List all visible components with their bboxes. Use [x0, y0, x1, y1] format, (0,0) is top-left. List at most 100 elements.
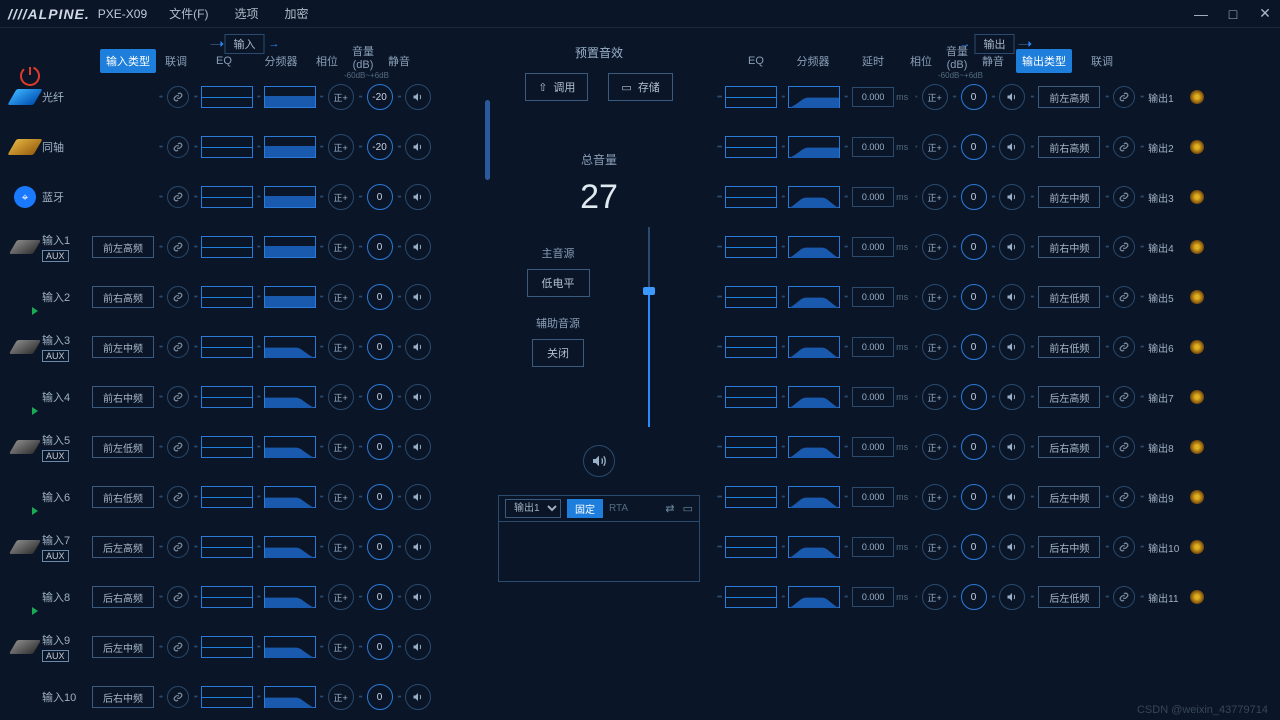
- volume-button[interactable]: 0: [367, 334, 393, 360]
- main-source-button[interactable]: 低电平: [527, 269, 590, 297]
- delay-value[interactable]: 0.000: [852, 437, 894, 457]
- xover-button[interactable]: [264, 386, 316, 408]
- mute-button[interactable]: [405, 434, 431, 460]
- delay-value[interactable]: 0.000: [852, 587, 894, 607]
- xover-button[interactable]: [788, 386, 840, 408]
- eq-button[interactable]: [725, 136, 777, 158]
- mute-button[interactable]: [405, 334, 431, 360]
- power-button[interactable]: [18, 64, 42, 88]
- rta-fixed-button[interactable]: 固定: [567, 499, 603, 518]
- phase-button[interactable]: 正+: [328, 384, 354, 410]
- xover-button[interactable]: [788, 486, 840, 508]
- phase-button[interactable]: 正+: [922, 434, 948, 460]
- eq-button[interactable]: [201, 636, 253, 658]
- output-type-box[interactable]: 前左高频: [1038, 86, 1100, 108]
- eq-button[interactable]: [725, 486, 777, 508]
- xover-button[interactable]: [788, 186, 840, 208]
- maximize-button[interactable]: □: [1226, 7, 1240, 21]
- phase-button[interactable]: 正+: [922, 234, 948, 260]
- volume-button[interactable]: 0: [367, 184, 393, 210]
- input-type-box[interactable]: 前右低频: [92, 486, 154, 508]
- xover-button[interactable]: [788, 436, 840, 458]
- eq-button[interactable]: [201, 486, 253, 508]
- xover-button[interactable]: [264, 436, 316, 458]
- volume-button[interactable]: 0: [961, 584, 987, 610]
- minimize-button[interactable]: —: [1194, 7, 1208, 21]
- xover-button[interactable]: [788, 536, 840, 558]
- eq-button[interactable]: [201, 236, 253, 258]
- link-button[interactable]: [167, 536, 189, 558]
- xover-button[interactable]: [788, 286, 840, 308]
- link-button[interactable]: [1113, 536, 1135, 558]
- link-button[interactable]: [1113, 486, 1135, 508]
- mute-button[interactable]: [999, 284, 1025, 310]
- link-button[interactable]: [167, 636, 189, 658]
- mute-button[interactable]: [405, 184, 431, 210]
- link-button[interactable]: [167, 336, 189, 358]
- xover-button[interactable]: [264, 186, 316, 208]
- link-button[interactable]: [167, 686, 189, 708]
- phase-button[interactable]: 正+: [328, 84, 354, 110]
- delay-value[interactable]: 0.000: [852, 487, 894, 507]
- menu-options[interactable]: 选项: [234, 5, 258, 22]
- xover-button[interactable]: [264, 336, 316, 358]
- phase-button[interactable]: 正+: [328, 334, 354, 360]
- xover-button[interactable]: [264, 586, 316, 608]
- link-button[interactable]: [1113, 386, 1135, 408]
- link-button[interactable]: [167, 236, 189, 258]
- phase-button[interactable]: 正+: [328, 234, 354, 260]
- volume-button[interactable]: -20: [367, 84, 393, 110]
- volume-button[interactable]: 0: [367, 634, 393, 660]
- delay-value[interactable]: 0.000: [852, 237, 894, 257]
- eq-button[interactable]: [725, 186, 777, 208]
- mute-button[interactable]: [405, 84, 431, 110]
- eq-button[interactable]: [201, 586, 253, 608]
- phase-button[interactable]: 正+: [328, 534, 354, 560]
- xover-button[interactable]: [788, 136, 840, 158]
- output-type-box[interactable]: 前右中频: [1038, 236, 1100, 258]
- mute-button[interactable]: [999, 384, 1025, 410]
- mute-button[interactable]: [999, 584, 1025, 610]
- delay-value[interactable]: 0.000: [852, 187, 894, 207]
- link-button[interactable]: [167, 436, 189, 458]
- link-button[interactable]: [1113, 236, 1135, 258]
- eq-button[interactable]: [201, 186, 253, 208]
- xover-button[interactable]: [788, 586, 840, 608]
- volume-button[interactable]: 0: [367, 434, 393, 460]
- volume-button[interactable]: 0: [961, 84, 987, 110]
- phase-button[interactable]: 正+: [922, 334, 948, 360]
- volume-button[interactable]: 0: [961, 384, 987, 410]
- input-type-box[interactable]: 前左低频: [92, 436, 154, 458]
- mute-button[interactable]: [999, 484, 1025, 510]
- phase-button[interactable]: 正+: [328, 184, 354, 210]
- eq-button[interactable]: [201, 686, 253, 708]
- eq-button[interactable]: [201, 386, 253, 408]
- volume-button[interactable]: 0: [961, 434, 987, 460]
- eq-button[interactable]: [201, 136, 253, 158]
- volume-button[interactable]: 0: [961, 134, 987, 160]
- mute-button[interactable]: [405, 134, 431, 160]
- eq-button[interactable]: [725, 386, 777, 408]
- input-scrollbar[interactable]: [485, 100, 490, 720]
- link-button[interactable]: [167, 586, 189, 608]
- input-type-box[interactable]: 前右中频: [92, 386, 154, 408]
- phase-button[interactable]: 正+: [328, 484, 354, 510]
- xover-button[interactable]: [264, 86, 316, 108]
- volume-button[interactable]: 0: [961, 334, 987, 360]
- eq-button[interactable]: [201, 436, 253, 458]
- phase-button[interactable]: 正+: [922, 584, 948, 610]
- phase-button[interactable]: 正+: [922, 184, 948, 210]
- eq-button[interactable]: [725, 336, 777, 358]
- mute-button[interactable]: [999, 134, 1025, 160]
- output-type-box[interactable]: 前右低频: [1038, 336, 1100, 358]
- volume-button[interactable]: 0: [367, 584, 393, 610]
- delay-value[interactable]: 0.000: [852, 337, 894, 357]
- xover-button[interactable]: [264, 536, 316, 558]
- mute-button[interactable]: [999, 234, 1025, 260]
- eq-button[interactable]: [725, 236, 777, 258]
- phase-button[interactable]: 正+: [328, 284, 354, 310]
- link-button[interactable]: [1113, 86, 1135, 108]
- phase-button[interactable]: 正+: [328, 584, 354, 610]
- mute-button[interactable]: [999, 534, 1025, 560]
- eq-button[interactable]: [725, 436, 777, 458]
